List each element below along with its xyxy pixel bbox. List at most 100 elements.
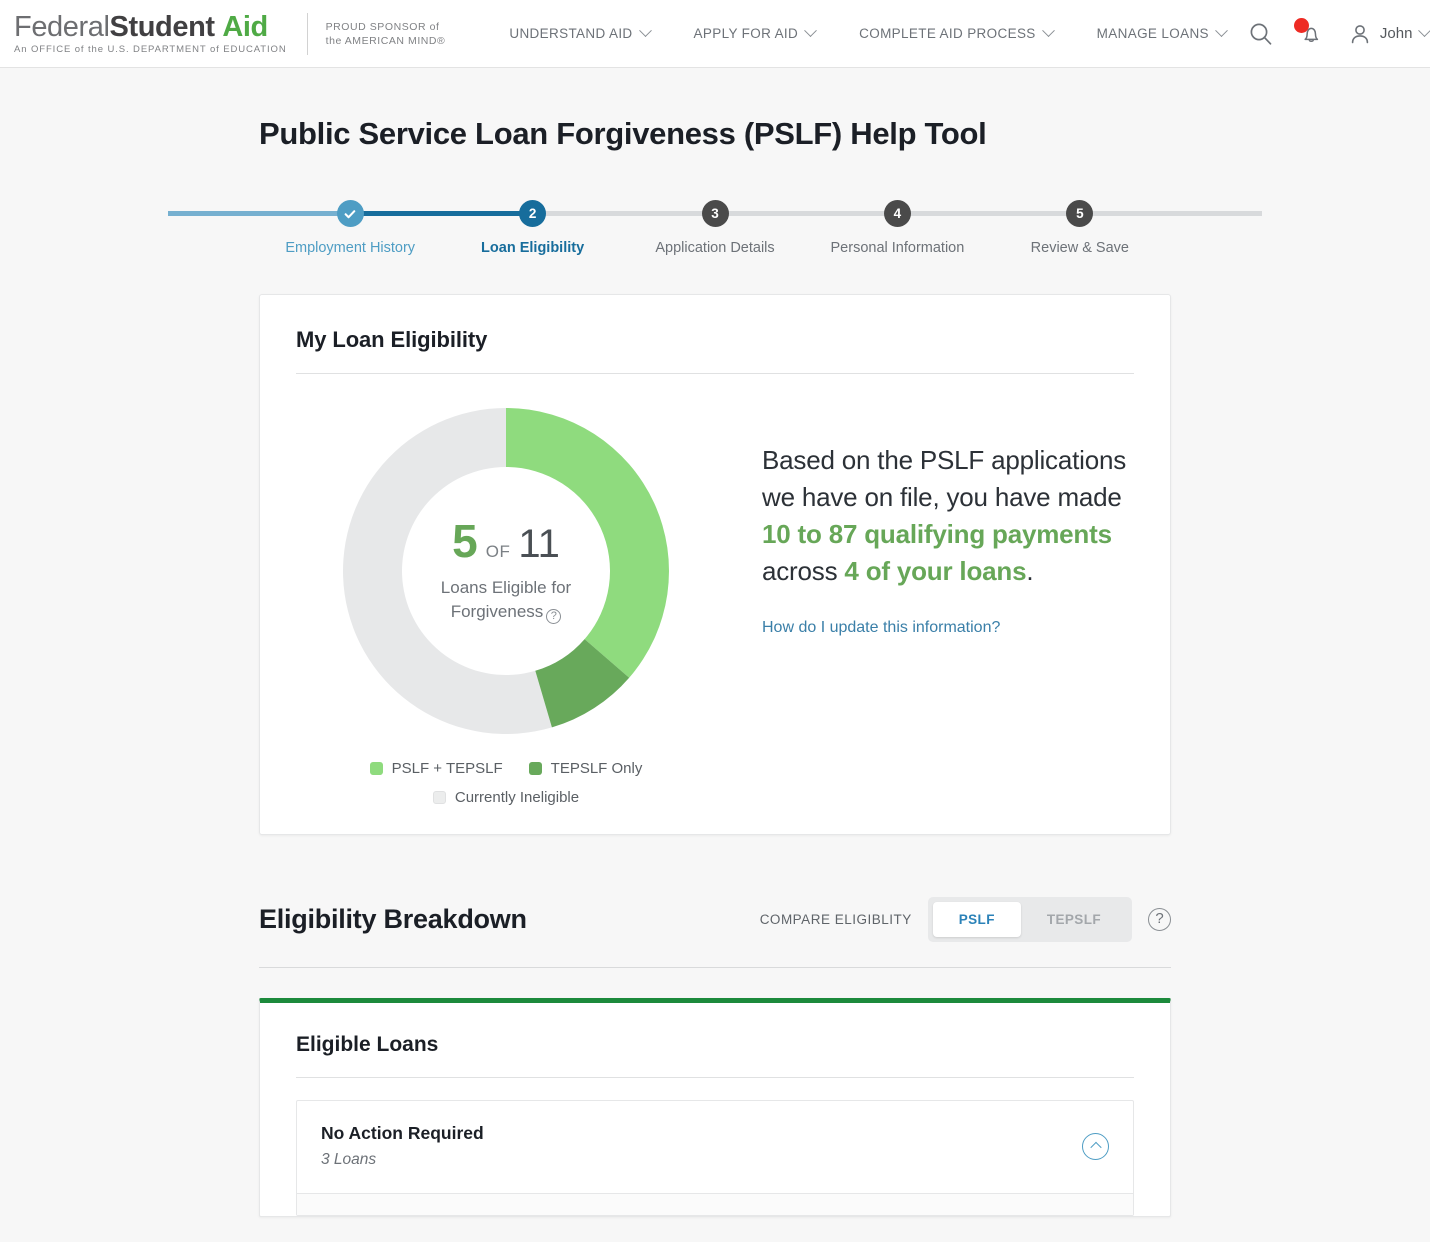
donut-caption: Loans Eligible for Forgiveness? xyxy=(416,576,596,624)
donut-legend: PSLF + TEPSLF TEPSLF Only Currently Inel… xyxy=(369,760,643,806)
notifications-button[interactable] xyxy=(1293,17,1324,47)
nav-utility-group: John xyxy=(1248,17,1430,47)
legend-item-pslf-tepslf[interactable]: PSLF + TEPSLF xyxy=(369,760,503,777)
eligibility-statement-column: Based on the PSLF applications we have o… xyxy=(716,408,1134,637)
nav-item-label: UNDERSTAND AID xyxy=(509,26,633,41)
stepper-connector-left xyxy=(532,211,716,216)
progress-stepper: Employment History 2 Loan Eligibility 3 … xyxy=(167,200,1263,272)
nav-item-manage-loans[interactable]: MANAGE LOANS xyxy=(1075,24,1248,41)
loan-group-collapse-button[interactable] xyxy=(1082,1132,1109,1160)
stepper-step-application-details[interactable]: 3 Application Details xyxy=(532,200,898,256)
nav-item-complete-aid-process[interactable]: COMPLETE AID PROCESS xyxy=(837,24,1075,41)
legend-swatch xyxy=(369,762,383,775)
loan-group-name: No Action Required xyxy=(321,1123,484,1143)
notification-badge-dot xyxy=(1293,17,1309,33)
stepper-connector-right xyxy=(1079,211,1263,216)
eligibility-breakdown-header: Eligibility Breakdown COMPARE ELIGIBLITY… xyxy=(259,897,1171,942)
loan-group-count: 3 Loans xyxy=(321,1151,377,1168)
legend-item-tepslf-only[interactable]: TEPSLF Only xyxy=(528,760,643,777)
legend-row-primary: PSLF + TEPSLF TEPSLF Only xyxy=(369,760,643,777)
breakdown-divider xyxy=(259,967,1171,968)
breakdown-title: Eligibility Breakdown xyxy=(259,904,527,934)
chevron-down-icon xyxy=(1041,24,1055,38)
card-inner: My Loan Eligibility 5 OF 11 Loans Eligib… xyxy=(260,295,1170,834)
eligible-loans-card: Eligible Loans No Action Required 3 Loan… xyxy=(259,998,1171,1217)
stepper-steps: Employment History 2 Loan Eligibility 3 … xyxy=(167,200,1263,256)
chevron-down-icon xyxy=(1418,24,1430,38)
statement-part-1: Based on the PSLF applications we have o… xyxy=(762,445,1127,512)
eligible-loans-title: Eligible Loans xyxy=(296,1033,439,1056)
eligibility-body: 5 OF 11 Loans Eligible for Forgiveness? xyxy=(296,374,1134,806)
stepper-circle: 4 xyxy=(883,200,911,227)
stepper-step-employment-history[interactable]: Employment History xyxy=(167,200,533,256)
eligible-loans-inner: Eligible Loans No Action Required 3 Loan… xyxy=(260,1003,1170,1216)
stepper-label: Employment History xyxy=(285,240,416,256)
statement-highlight-payments: 10 to 87 qualifying payments xyxy=(762,519,1112,549)
chevron-up-icon xyxy=(1089,1141,1102,1154)
stepper-circle: 5 xyxy=(1066,200,1094,227)
toggle-option-pslf[interactable]: PSLF xyxy=(932,902,1021,937)
legend-row-secondary: Currently Ineligible xyxy=(432,789,580,806)
compare-eligibility-label: COMPARE ELIGIBLITY xyxy=(759,912,912,927)
search-button[interactable] xyxy=(1248,21,1274,47)
stepper-circle: 3 xyxy=(701,200,729,227)
legend-swatch xyxy=(432,791,446,804)
stepper-label: Review & Save xyxy=(1030,240,1129,256)
stepper-step-review-and-save[interactable]: 5 Review & Save xyxy=(897,200,1263,256)
stepper-connector-left xyxy=(167,211,351,216)
chevron-down-icon xyxy=(804,24,817,38)
compare-eligibility-toggle: PSLF TEPSLF xyxy=(927,897,1132,942)
stepper-circle: 2 xyxy=(519,200,547,227)
nav-item-apply-for-aid[interactable]: APPLY FOR AID xyxy=(672,24,838,41)
stepper-step-personal-information[interactable]: 4 Personal Information xyxy=(715,200,1080,256)
legend-label: Currently Ineligible xyxy=(454,789,580,806)
statement-part-3: . xyxy=(1026,556,1034,586)
brand-title: FederalStudent Aid xyxy=(14,10,287,43)
donut-center-label: 5 OF 11 Loans Eligible for Forgiveness? xyxy=(343,408,669,734)
stepper-connector-left xyxy=(715,211,898,216)
nav-item-understand-aid[interactable]: UNDERSTAND AID xyxy=(487,24,671,41)
stepper-label: Personal Information xyxy=(830,240,965,256)
loan-group-text: No Action Required 3 Loans xyxy=(321,1123,484,1169)
breakdown-controls: COMPARE ELIGIBLITY PSLF TEPSLF ? xyxy=(760,897,1171,942)
check-icon xyxy=(344,209,356,218)
total-loan-count: 11 xyxy=(518,522,560,566)
search-icon xyxy=(1250,23,1272,45)
nav-item-label: MANAGE LOANS xyxy=(1096,26,1209,41)
toggle-option-tepslf[interactable]: TEPSLF xyxy=(1021,902,1127,937)
brand-divider xyxy=(306,12,308,55)
update-information-link[interactable]: How do I update this information? xyxy=(762,619,1000,637)
eligible-loans-divider xyxy=(296,1077,1134,1078)
chevron-down-icon xyxy=(638,24,652,38)
loan-group-header[interactable]: No Action Required 3 Loans xyxy=(297,1101,1133,1193)
user-avatar-icon xyxy=(1351,24,1369,43)
top-navigation-bar: FederalStudent Aid An OFFICE of the U.S.… xyxy=(0,0,1430,68)
brand-word-aid: Aid xyxy=(222,10,268,43)
brand-logo[interactable]: FederalStudent Aid An OFFICE of the U.S.… xyxy=(14,10,446,55)
chevron-down-icon xyxy=(1215,24,1228,38)
fraction-of-label: OF xyxy=(485,542,511,561)
page-title: Public Service Loan Forgiveness (PSLF) H… xyxy=(259,116,987,151)
brand-tagline-line1: PROUD SPONSOR of xyxy=(325,20,440,33)
donut-chart-column: 5 OF 11 Loans Eligible for Forgiveness? xyxy=(296,408,716,806)
stepper-circle xyxy=(336,200,364,227)
question-mark-icon[interactable]: ? xyxy=(1148,908,1171,931)
nav-item-label: COMPLETE AID PROCESS xyxy=(859,26,1036,41)
stepper-connector-left xyxy=(350,211,533,216)
legend-label: PSLF + TEPSLF xyxy=(391,760,503,777)
nav-item-label: APPLY FOR AID xyxy=(693,26,799,41)
loan-group-body xyxy=(297,1193,1133,1215)
question-mark-icon[interactable]: ? xyxy=(546,609,562,624)
brand-tagline: PROUD SPONSOR of the AMERICAN MIND® xyxy=(326,20,446,48)
brand-wordmark: FederalStudent Aid An OFFICE of the U.S.… xyxy=(14,10,287,55)
brand-tagline-line2: the AMERICAN MIND® xyxy=(325,34,446,47)
user-menu-button[interactable]: John xyxy=(1348,22,1430,46)
stepper-step-loan-eligibility[interactable]: 2 Loan Eligibility xyxy=(350,200,716,256)
loan-group: No Action Required 3 Loans xyxy=(296,1100,1134,1216)
my-loan-eligibility-card: My Loan Eligibility 5 OF 11 Loans Eligib… xyxy=(259,294,1171,835)
legend-item-currently-ineligible[interactable]: Currently Ineligible xyxy=(432,789,580,806)
legend-label: TEPSLF Only xyxy=(550,760,643,777)
eligible-count: 5 xyxy=(452,515,478,567)
brand-word-federal: Federal xyxy=(14,10,110,43)
page-body: Public Service Loan Forgiveness (PSLF) H… xyxy=(0,68,1430,1217)
